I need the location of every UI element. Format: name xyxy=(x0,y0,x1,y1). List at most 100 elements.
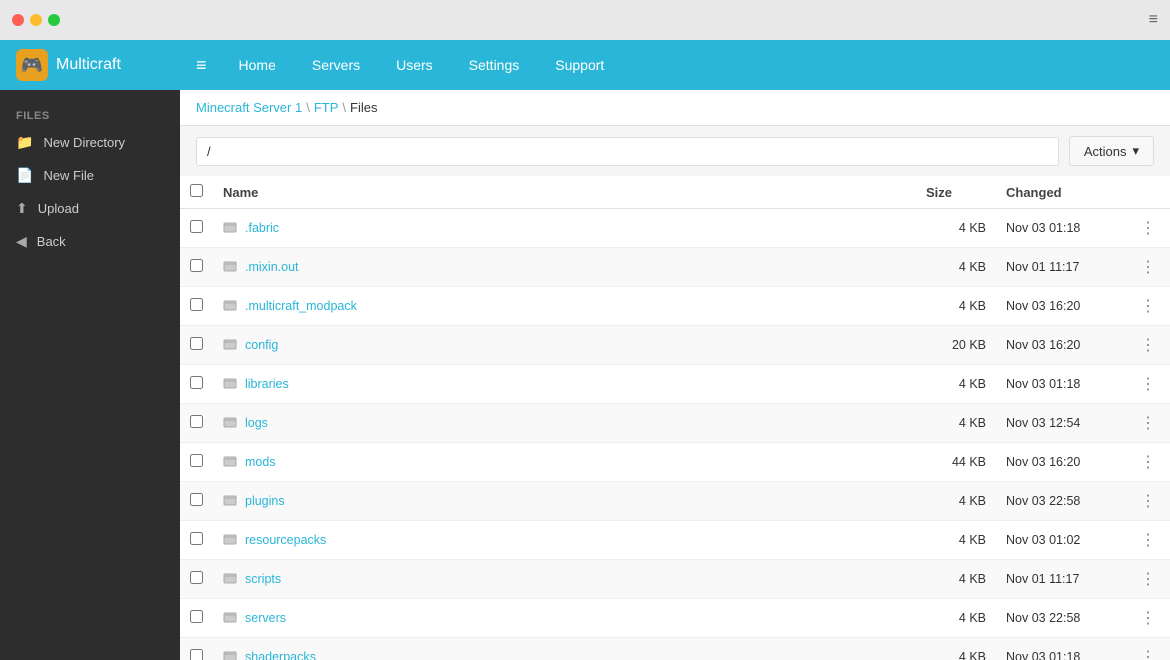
actions-label: Actions xyxy=(1084,144,1127,159)
row-menu-button[interactable]: ⋮ xyxy=(1136,372,1160,396)
row-name[interactable]: .fabric xyxy=(245,221,279,235)
row-menu-button[interactable]: ⋮ xyxy=(1136,216,1160,240)
row-name[interactable]: .multicraft_modpack xyxy=(245,299,357,313)
sidebar-label-new-file: New File xyxy=(43,168,94,183)
row-checkbox[interactable] xyxy=(190,376,203,389)
row-menu-button[interactable]: ⋮ xyxy=(1136,450,1160,474)
hamburger-icon[interactable]: ≡ xyxy=(1149,11,1158,29)
row-actions-cell: ⋮ xyxy=(1126,326,1170,365)
row-size: 4 KB xyxy=(916,287,996,326)
nav-link-servers[interactable]: Servers xyxy=(296,40,376,90)
row-changed: Nov 03 12:54 xyxy=(996,404,1126,443)
folder-icon xyxy=(223,376,237,393)
row-menu-button[interactable]: ⋮ xyxy=(1136,255,1160,279)
row-menu-button[interactable]: ⋮ xyxy=(1136,645,1160,660)
row-checkbox[interactable] xyxy=(190,415,203,428)
table-row: .mixin.out 4 KB Nov 01 11:17 ⋮ xyxy=(180,248,1170,287)
row-changed: Nov 03 16:20 xyxy=(996,443,1126,482)
row-checkbox[interactable] xyxy=(190,493,203,506)
row-name[interactable]: servers xyxy=(245,611,286,625)
sidebar-item-back[interactable]: ◀ Back xyxy=(0,225,180,258)
row-checkbox-cell xyxy=(180,599,213,638)
row-name-cell: libraries xyxy=(213,365,916,404)
row-menu-button[interactable]: ⋮ xyxy=(1136,489,1160,513)
row-checkbox[interactable] xyxy=(190,259,203,272)
row-changed: Nov 03 16:20 xyxy=(996,287,1126,326)
sidebar-item-new-file[interactable]: 📄 New File xyxy=(0,159,180,192)
row-name[interactable]: mods xyxy=(245,455,276,469)
path-input[interactable] xyxy=(196,137,1059,166)
row-actions-cell: ⋮ xyxy=(1126,404,1170,443)
th-checkbox xyxy=(180,176,213,209)
row-checkbox-cell xyxy=(180,209,213,248)
folder-icon xyxy=(223,649,237,660)
row-name[interactable]: .mixin.out xyxy=(245,260,299,274)
row-checkbox-cell xyxy=(180,443,213,482)
row-name[interactable]: resourcepacks xyxy=(245,533,326,547)
file-table-body: .fabric 4 KB Nov 03 01:18 ⋮ .mixin.out 4… xyxy=(180,209,1170,660)
maximize-button[interactable] xyxy=(48,14,60,26)
breadcrumb-server[interactable]: Minecraft Server 1 xyxy=(196,100,302,115)
folder-icon xyxy=(223,298,237,315)
folder-icon xyxy=(223,532,237,549)
close-button[interactable] xyxy=(12,14,24,26)
th-name: Name xyxy=(213,176,916,209)
table-row: servers 4 KB Nov 03 22:58 ⋮ xyxy=(180,599,1170,638)
breadcrumb-sep-2: \ xyxy=(342,100,346,115)
row-checkbox[interactable] xyxy=(190,532,203,545)
brand-name: Multicraft xyxy=(56,56,121,74)
row-menu-button[interactable]: ⋮ xyxy=(1136,606,1160,630)
row-checkbox[interactable] xyxy=(190,298,203,311)
nav-link-support[interactable]: Support xyxy=(539,40,620,90)
table-row: .multicraft_modpack 4 KB Nov 03 16:20 ⋮ xyxy=(180,287,1170,326)
nav-link-settings[interactable]: Settings xyxy=(453,40,536,90)
row-checkbox[interactable] xyxy=(190,610,203,623)
row-checkbox-cell xyxy=(180,521,213,560)
table-row: .fabric 4 KB Nov 03 01:18 ⋮ xyxy=(180,209,1170,248)
breadcrumb-ftp[interactable]: FTP xyxy=(314,100,339,115)
folder-icon xyxy=(223,220,237,237)
row-checkbox[interactable] xyxy=(190,571,203,584)
row-checkbox[interactable] xyxy=(190,220,203,233)
folder-icon xyxy=(223,337,237,354)
nav-toggle-icon[interactable]: ≡ xyxy=(180,55,223,76)
table-row: logs 4 KB Nov 03 12:54 ⋮ xyxy=(180,404,1170,443)
row-menu-button[interactable]: ⋮ xyxy=(1136,294,1160,318)
row-checkbox[interactable] xyxy=(190,649,203,660)
row-name[interactable]: config xyxy=(245,338,278,352)
row-checkbox[interactable] xyxy=(190,337,203,350)
row-actions-cell: ⋮ xyxy=(1126,287,1170,326)
row-size: 4 KB xyxy=(916,365,996,404)
actions-button[interactable]: Actions ▾ xyxy=(1069,136,1154,166)
row-actions-cell: ⋮ xyxy=(1126,248,1170,287)
row-actions-cell: ⋮ xyxy=(1126,482,1170,521)
nav-link-users[interactable]: Users xyxy=(380,40,449,90)
row-checkbox[interactable] xyxy=(190,454,203,467)
row-size: 20 KB xyxy=(916,326,996,365)
row-menu-button[interactable]: ⋮ xyxy=(1136,411,1160,435)
row-actions-cell: ⋮ xyxy=(1126,638,1170,660)
row-menu-button[interactable]: ⋮ xyxy=(1136,333,1160,357)
sidebar-item-upload[interactable]: ⬆ Upload xyxy=(0,192,180,225)
row-name[interactable]: shaderpacks xyxy=(245,650,316,660)
row-menu-button[interactable]: ⋮ xyxy=(1136,567,1160,591)
row-changed: Nov 03 22:58 xyxy=(996,599,1126,638)
row-name[interactable]: logs xyxy=(245,416,268,430)
nav-link-home[interactable]: Home xyxy=(223,40,292,90)
row-name[interactable]: plugins xyxy=(245,494,285,508)
row-size: 4 KB xyxy=(916,521,996,560)
minimize-button[interactable] xyxy=(30,14,42,26)
sidebar-item-new-directory[interactable]: 📁 New Directory xyxy=(0,126,180,159)
brand-icon: 🎮 xyxy=(16,49,48,81)
row-menu-button[interactable]: ⋮ xyxy=(1136,528,1160,552)
row-name-cell: scripts xyxy=(213,560,916,599)
select-all-checkbox[interactable] xyxy=(190,184,203,197)
row-changed: Nov 03 01:18 xyxy=(996,209,1126,248)
row-checkbox-cell xyxy=(180,287,213,326)
row-size: 4 KB xyxy=(916,248,996,287)
table-header-row: Name Size Changed xyxy=(180,176,1170,209)
titlebar: ≡ xyxy=(0,0,1170,40)
row-name[interactable]: libraries xyxy=(245,377,289,391)
top-navigation: 🎮 Multicraft ≡ Home Servers Users Settin… xyxy=(0,40,1170,90)
row-name[interactable]: scripts xyxy=(245,572,281,586)
